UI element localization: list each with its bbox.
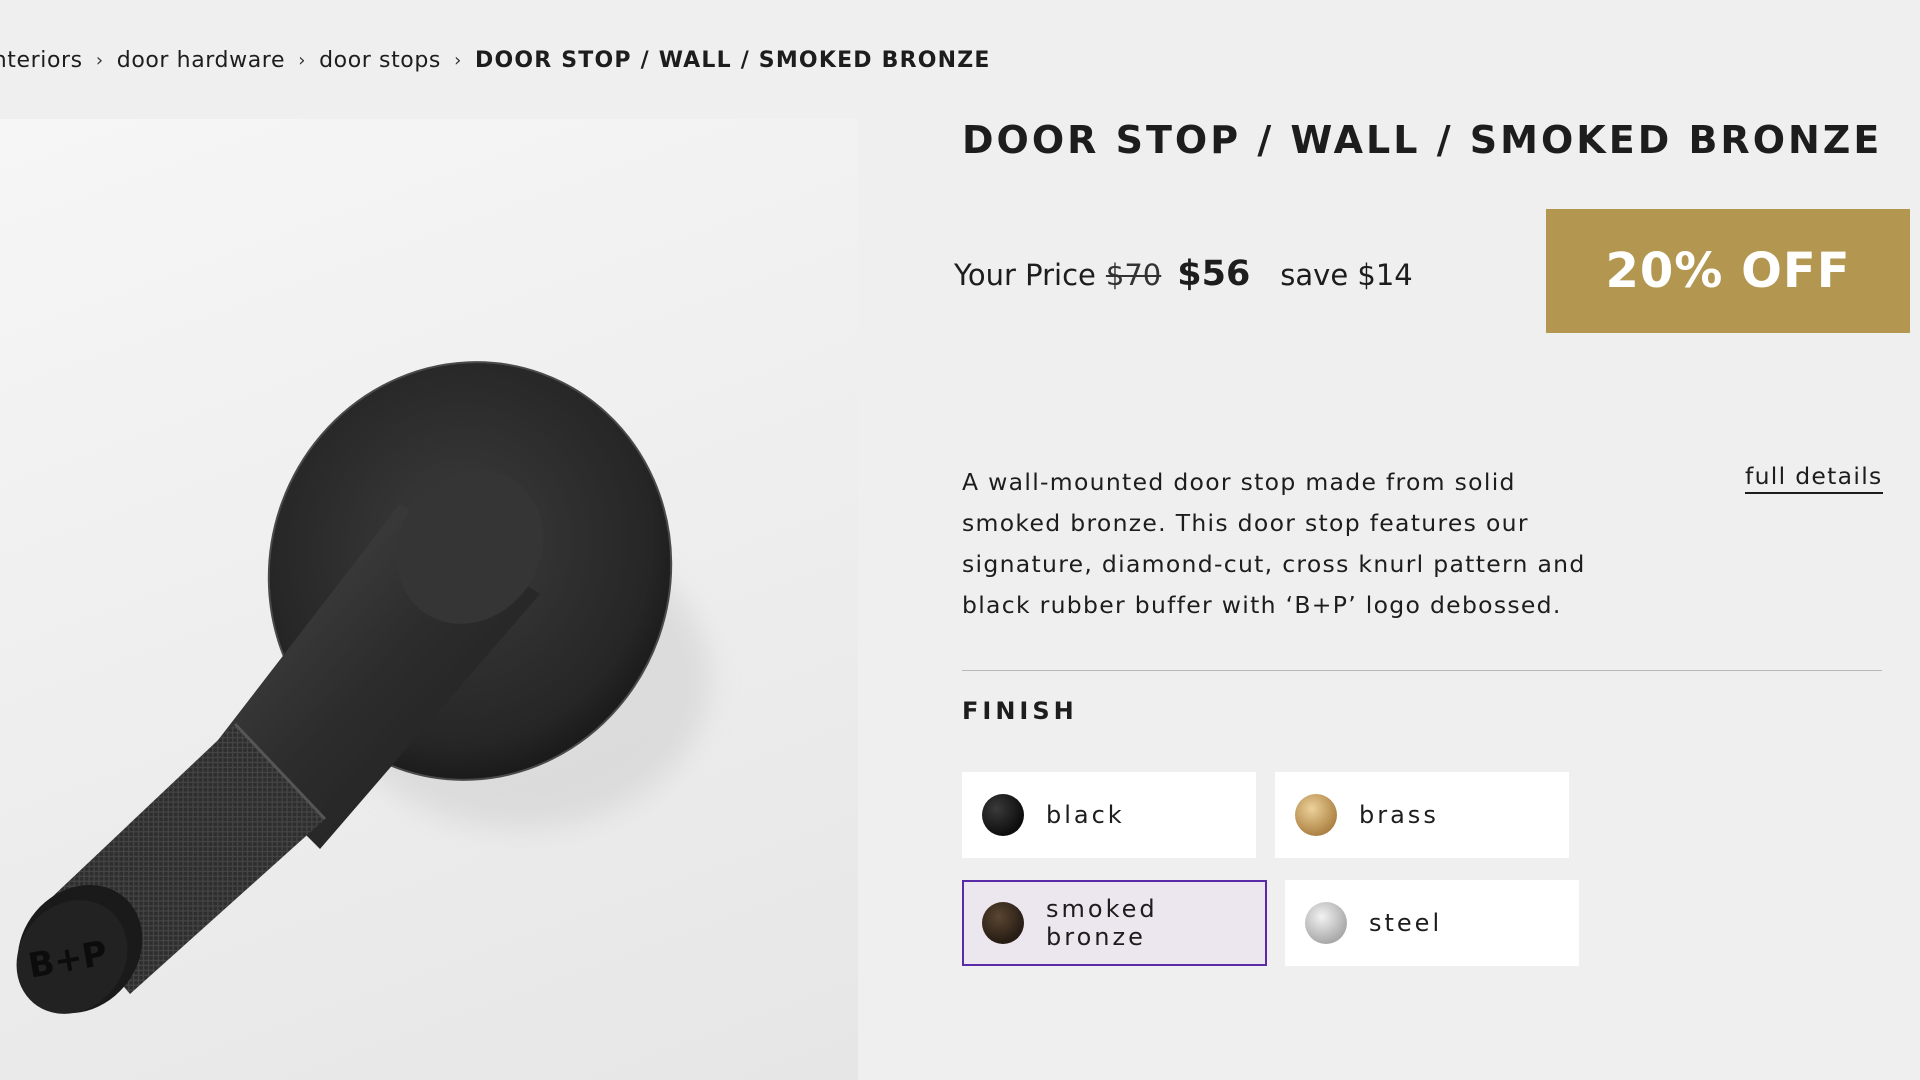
breadcrumb-link-door-hardware[interactable]: door hardware <box>117 48 285 73</box>
current-price: $56 <box>1177 254 1251 294</box>
smoked-bronze-swatch-icon <box>982 902 1024 944</box>
finish-option-black[interactable]: black <box>962 772 1256 858</box>
door-stop-illustration: B+P <box>16 361 710 1014</box>
discount-badge: 20% OFF <box>1546 209 1910 333</box>
finish-option-label: smoked bronze <box>1046 895 1158 951</box>
price-label: Your Price <box>954 258 1096 292</box>
breadcrumb: interiors › door hardware › door stops ›… <box>0 44 991 76</box>
price-row: Your Price $70 $56 save $14 <box>954 254 1413 298</box>
finish-option-smoked-bronze[interactable]: smoked bronze <box>962 880 1267 966</box>
breadcrumb-separator-icon: › <box>454 49 462 71</box>
original-price: $70 <box>1105 258 1162 292</box>
finish-option-label: black <box>1046 801 1125 829</box>
breadcrumb-link-interiors[interactable]: interiors <box>0 48 83 73</box>
finish-option-label: steel <box>1369 909 1443 937</box>
full-details-link[interactable]: full details <box>1745 462 1883 494</box>
savings-text: save $14 <box>1280 258 1413 292</box>
product-title: DOOR STOP / WALL / SMOKED BRONZE <box>962 118 1883 162</box>
finish-option-steel[interactable]: steel <box>1285 880 1579 966</box>
breadcrumb-separator-icon: › <box>95 49 104 71</box>
breadcrumb-current: DOOR STOP / WALL / SMOKED BRONZE <box>475 47 991 73</box>
product-description: A wall-mounted door stop made from solid… <box>962 468 1586 619</box>
breadcrumb-separator-icon: › <box>298 49 306 71</box>
brass-swatch-icon <box>1295 794 1337 836</box>
section-divider <box>962 670 1882 671</box>
finish-option-label: brass <box>1359 801 1439 829</box>
steel-swatch-icon <box>1305 902 1347 944</box>
product-image[interactable]: B+P <box>0 119 858 1080</box>
breadcrumb-link-door-stops[interactable]: door stops <box>319 48 441 73</box>
finish-option-brass[interactable]: brass <box>1275 772 1569 858</box>
black-swatch-icon <box>982 794 1024 836</box>
finish-label: FINISH <box>962 697 1078 725</box>
